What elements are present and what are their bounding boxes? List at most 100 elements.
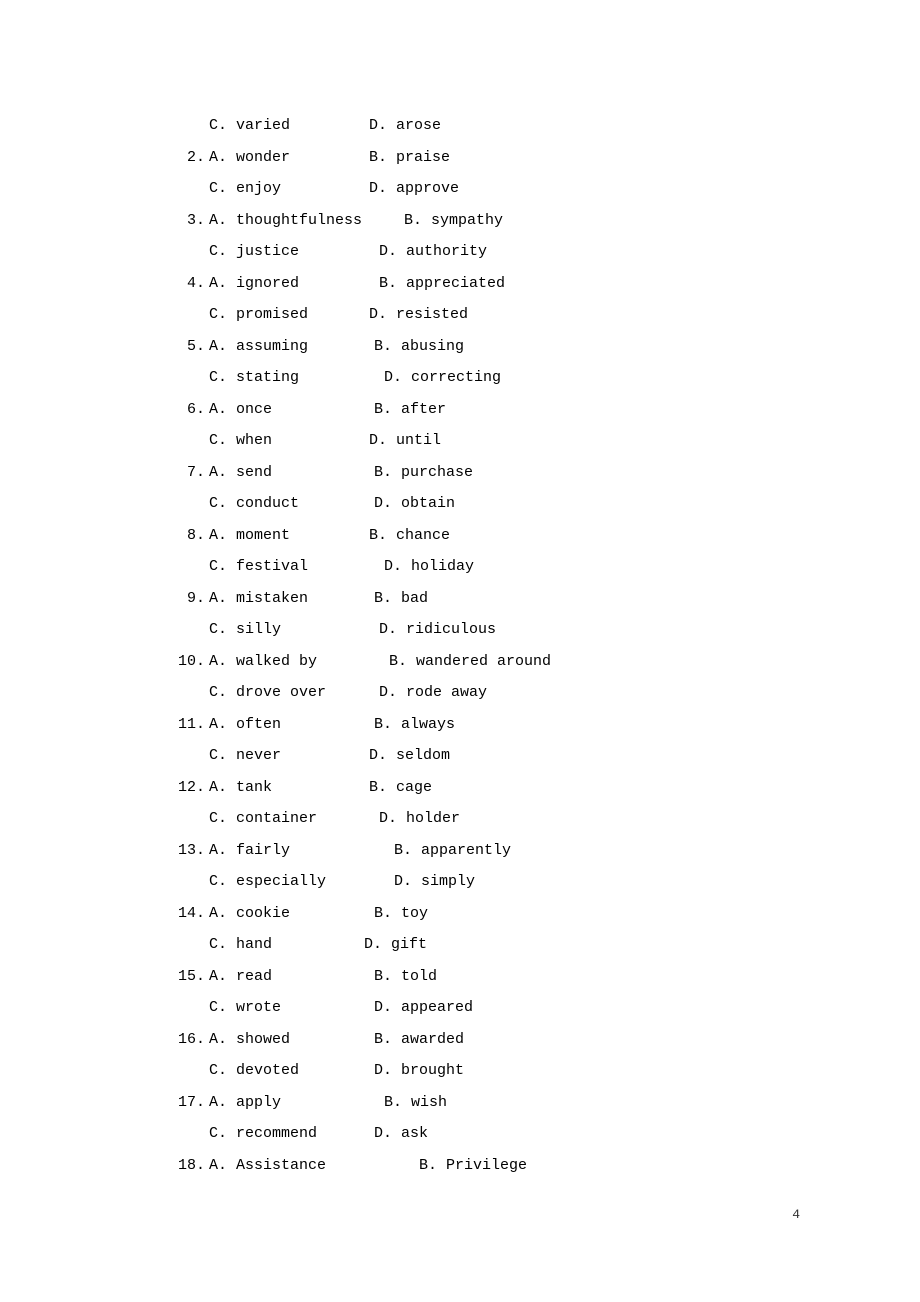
- question-number: 15.: [175, 961, 205, 993]
- question-row: C. statingD. correcting: [175, 362, 920, 394]
- option-text: varied: [236, 117, 290, 134]
- question-number: 11.: [175, 709, 205, 741]
- option-text: promised: [236, 306, 308, 323]
- question-row: C. containerD. holder: [175, 803, 920, 835]
- option-text: hand: [236, 936, 272, 953]
- number-spacer: [175, 173, 205, 205]
- option-text: resisted: [396, 306, 468, 323]
- option-label: D.: [374, 1125, 392, 1142]
- option-label: B.: [379, 275, 397, 292]
- option-label: D.: [384, 558, 402, 575]
- option-text: drove over: [236, 684, 326, 701]
- option-text: chance: [396, 527, 450, 544]
- answer-option: A. once: [209, 394, 374, 426]
- option-text: approve: [396, 180, 459, 197]
- answer-option: D. arose: [369, 110, 441, 142]
- option-text: awarded: [401, 1031, 464, 1048]
- answer-option: D. ask: [374, 1118, 428, 1150]
- question-number: 13.: [175, 835, 205, 867]
- option-text: silly: [236, 621, 281, 638]
- answer-option: B. purchase: [374, 457, 473, 489]
- question-row: 8.A. momentB. chance: [175, 520, 920, 552]
- number-spacer: [175, 1055, 205, 1087]
- option-text: rode away: [406, 684, 487, 701]
- answer-option: C. promised: [209, 299, 369, 331]
- question-row: C. whenD. until: [175, 425, 920, 457]
- answer-option: D. obtain: [374, 488, 455, 520]
- option-label: C.: [209, 495, 227, 512]
- option-text: ridiculous: [406, 621, 496, 638]
- question-row: 16.A. showedB. awarded: [175, 1024, 920, 1056]
- option-label: D.: [369, 432, 387, 449]
- option-label: A.: [209, 653, 227, 670]
- option-label: C.: [209, 306, 227, 323]
- option-label: A.: [209, 779, 227, 796]
- option-label: A.: [209, 1094, 227, 1111]
- option-text: after: [401, 401, 446, 418]
- option-text: enjoy: [236, 180, 281, 197]
- page-number: 4: [792, 1207, 800, 1222]
- option-text: moment: [236, 527, 290, 544]
- answer-option: B. after: [374, 394, 446, 426]
- answer-option: B. wandered around: [389, 646, 551, 678]
- option-text: praise: [396, 149, 450, 166]
- option-label: A.: [209, 716, 227, 733]
- option-text: always: [401, 716, 455, 733]
- option-text: bad: [401, 590, 428, 607]
- option-label: A.: [209, 275, 227, 292]
- question-row: C. enjoyD. approve: [175, 173, 920, 205]
- option-text: especially: [236, 873, 326, 890]
- option-label: C.: [209, 243, 227, 260]
- number-spacer: [175, 677, 205, 709]
- option-label: C.: [209, 117, 227, 134]
- question-row: 3.A. thoughtfulnessB. sympathy: [175, 205, 920, 237]
- option-label: D.: [364, 936, 382, 953]
- question-number: 2.: [175, 142, 205, 174]
- answer-option: C. drove over: [209, 677, 379, 709]
- question-row: 5.A. assumingB. abusing: [175, 331, 920, 363]
- option-text: stating: [236, 369, 299, 386]
- option-text: apply: [236, 1094, 281, 1111]
- answer-option: A. mistaken: [209, 583, 374, 615]
- question-row: 4.A. ignoredB. appreciated: [175, 268, 920, 300]
- answer-option: C. especially: [209, 866, 394, 898]
- answer-option: A. tank: [209, 772, 369, 804]
- option-label: C.: [209, 873, 227, 890]
- option-text: festival: [236, 558, 308, 575]
- option-label: C.: [209, 684, 227, 701]
- answer-option: B. always: [374, 709, 455, 741]
- question-number: 12.: [175, 772, 205, 804]
- option-label: B.: [374, 968, 392, 985]
- answer-option: D. appeared: [374, 992, 473, 1024]
- option-text: once: [236, 401, 272, 418]
- option-text: appreciated: [406, 275, 505, 292]
- option-text: send: [236, 464, 272, 481]
- option-label: B.: [394, 842, 412, 859]
- answer-option: B. praise: [369, 142, 450, 174]
- option-label: B.: [374, 1031, 392, 1048]
- option-label: A.: [209, 842, 227, 859]
- number-spacer: [175, 551, 205, 583]
- option-text: wrote: [236, 999, 281, 1016]
- option-label: D.: [369, 747, 387, 764]
- option-label: B.: [384, 1094, 402, 1111]
- question-row: C. wroteD. appeared: [175, 992, 920, 1024]
- answer-option: C. stating: [209, 362, 384, 394]
- question-number: 18.: [175, 1150, 205, 1182]
- answer-option: B. chance: [369, 520, 450, 552]
- question-number: 9.: [175, 583, 205, 615]
- option-label: D.: [379, 810, 397, 827]
- option-label: B.: [369, 149, 387, 166]
- option-text: correcting: [411, 369, 501, 386]
- answer-option: C. varied: [209, 110, 369, 142]
- answer-option: C. justice: [209, 236, 379, 268]
- option-label: A.: [209, 527, 227, 544]
- option-label: D.: [379, 684, 397, 701]
- option-text: ignored: [236, 275, 299, 292]
- question-row: C. neverD. seldom: [175, 740, 920, 772]
- answer-option: B. awarded: [374, 1024, 464, 1056]
- option-text: cage: [396, 779, 432, 796]
- option-text: Privilege: [446, 1157, 527, 1174]
- answer-option: C. never: [209, 740, 369, 772]
- answer-option: C. silly: [209, 614, 379, 646]
